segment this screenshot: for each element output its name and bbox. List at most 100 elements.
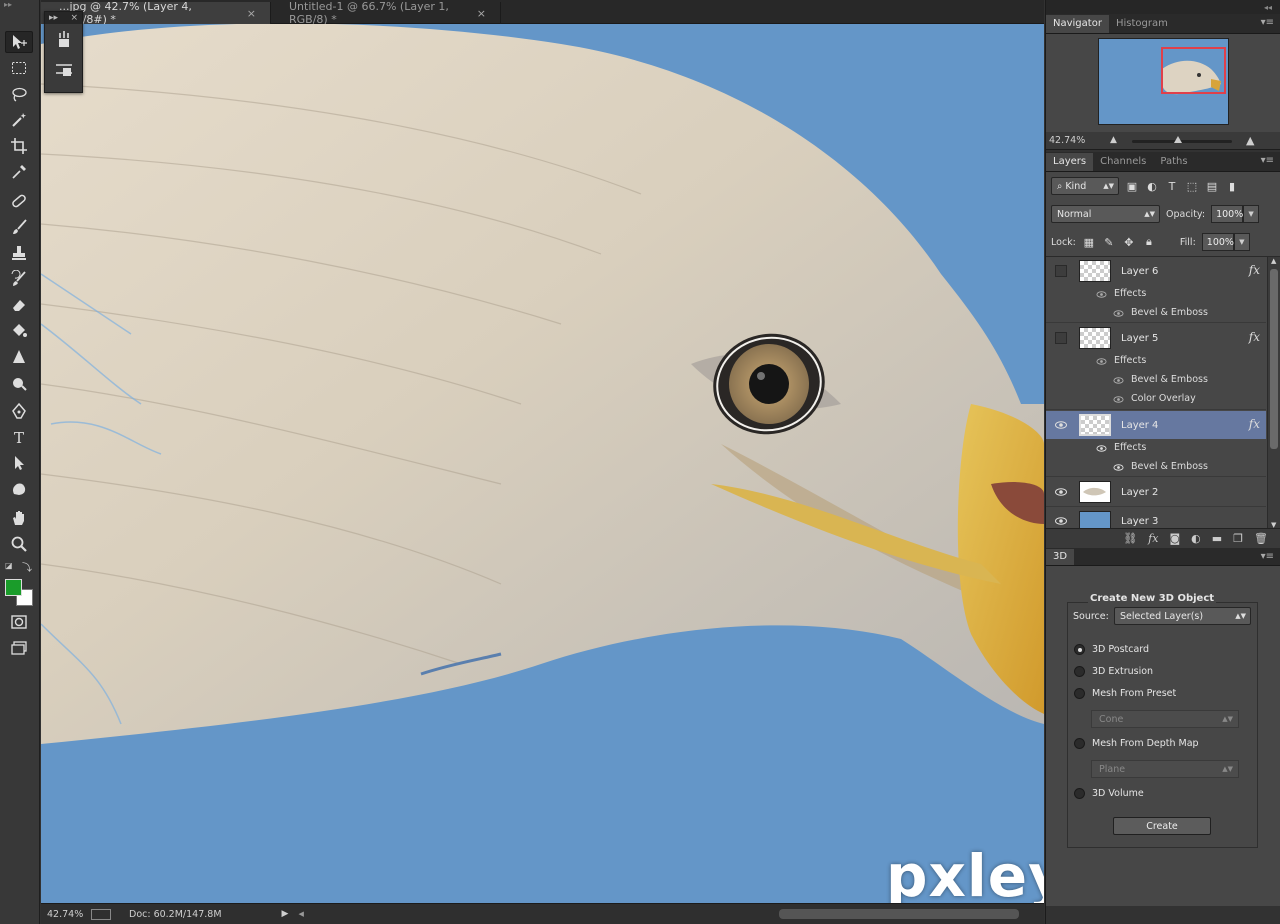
eyedropper-icon[interactable] — [5, 161, 33, 183]
lock-transparency-icon[interactable]: ▦ — [1082, 235, 1096, 249]
eye-icon[interactable] — [1055, 419, 1067, 431]
preset-select[interactable]: Cone ▲▼ — [1091, 710, 1239, 728]
zoom-out-icon[interactable]: ▲ — [1110, 135, 1117, 145]
close-icon[interactable]: × — [477, 7, 486, 20]
visibility-toggle[interactable] — [1055, 332, 1067, 344]
radio-mesh-from-preset[interactable] — [1074, 688, 1085, 699]
adjustment-layer-icon[interactable]: ◐ — [1191, 532, 1201, 545]
layers-scrollbar[interactable]: ▲ ▼ — [1267, 257, 1280, 528]
close-icon[interactable]: × — [247, 7, 256, 20]
option-label[interactable]: Mesh From Depth Map — [1092, 738, 1199, 749]
status-menu-arrow-icon[interactable]: ▶ — [282, 909, 289, 919]
eye-icon[interactable] — [1096, 443, 1107, 454]
zoom-slider[interactable] — [1132, 140, 1232, 143]
eye-icon[interactable] — [1113, 394, 1124, 405]
layer-name[interactable]: Layer 2 — [1121, 487, 1158, 498]
marquee-icon[interactable] — [5, 57, 33, 79]
panel-grip-icon[interactable]: ▸▸ — [0, 0, 39, 9]
filter-toggle-icon[interactable]: ▮ — [1225, 179, 1239, 193]
layer-name[interactable]: Layer 4 — [1121, 420, 1158, 431]
collapse-panels-icon[interactable]: ◂◂ — [1046, 0, 1280, 14]
panel-menu-icon[interactable]: ▾≡ — [1261, 17, 1274, 28]
add-style-icon[interactable]: fx — [1148, 532, 1158, 545]
quick-select-icon[interactable] — [5, 109, 33, 131]
clone-source-icon[interactable] — [45, 54, 82, 84]
new-group-icon[interactable]: ▬ — [1212, 532, 1222, 545]
eye-icon[interactable] — [1096, 356, 1107, 367]
stamp-icon[interactable] — [5, 242, 33, 264]
layer-name[interactable]: Layer 5 — [1121, 333, 1158, 344]
layer-row-layer-2[interactable]: Layer 2 — [1046, 478, 1266, 507]
panel-menu-icon[interactable]: ▾≡ — [1261, 155, 1274, 166]
eye-icon[interactable] — [1096, 289, 1107, 300]
eye-icon[interactable] — [1055, 515, 1067, 527]
swap-colors-icon[interactable]: ⤵ — [22, 559, 32, 574]
effect-name[interactable]: Bevel & Emboss — [1131, 307, 1208, 318]
zoom-in-icon[interactable]: ▲ — [1246, 134, 1254, 147]
source-select[interactable]: Selected Layer(s) ▲▼ — [1114, 607, 1251, 625]
visibility-toggle[interactable] — [1055, 265, 1067, 277]
opacity-input[interactable]: 100% — [1211, 205, 1243, 223]
option-label[interactable]: 3D Postcard — [1092, 644, 1149, 655]
hand-icon[interactable] — [5, 507, 33, 529]
depth-map-select[interactable]: Plane ▲▼ — [1091, 760, 1239, 778]
panel-menu-icon[interactable]: ▾≡ — [1261, 551, 1274, 562]
add-mask-icon[interactable]: ◙ — [1169, 532, 1180, 545]
filter-smart-object-icon[interactable]: ▤ — [1205, 179, 1219, 193]
lasso-icon[interactable] — [5, 83, 33, 105]
eye-icon[interactable] — [1055, 486, 1067, 498]
tab-3d[interactable]: 3D — [1046, 548, 1075, 565]
radio-3d-volume[interactable] — [1074, 788, 1085, 799]
screen-mode-icon[interactable] — [5, 637, 33, 659]
fx-icon[interactable]: fx — [1249, 263, 1260, 277]
eraser-icon[interactable] — [5, 294, 33, 316]
scroll-down-icon[interactable]: ▼ — [1271, 521, 1276, 528]
type-icon[interactable]: T — [5, 426, 33, 448]
fill-input[interactable]: 100% — [1201, 233, 1234, 251]
fx-icon[interactable]: fx — [1249, 330, 1260, 344]
scroll-thumb[interactable] — [1270, 269, 1278, 449]
dodge-icon[interactable] — [5, 372, 33, 394]
lock-position-icon[interactable]: ✥ — [1122, 235, 1136, 249]
foreground-color-swatch[interactable] — [5, 579, 22, 596]
filter-shape-icon[interactable]: ⬚ — [1185, 179, 1199, 193]
option-label[interactable]: Mesh From Preset — [1092, 688, 1176, 699]
effect-name[interactable]: Color Overlay — [1131, 393, 1196, 404]
document-canvas[interactable]: pxleyes.com — [41, 24, 1044, 903]
filter-kind-select[interactable]: ⌕ Kind ▲▼ — [1051, 177, 1119, 195]
shape-icon[interactable] — [5, 478, 33, 500]
bucket-icon[interactable] — [5, 320, 33, 342]
tab-layers[interactable]: Layers — [1046, 153, 1094, 171]
zoom-icon[interactable] — [5, 533, 33, 555]
tab-navigator[interactable]: Navigator — [1046, 15, 1109, 33]
eye-icon[interactable] — [1113, 308, 1124, 319]
tab-paths[interactable]: Paths — [1153, 153, 1194, 171]
option-label[interactable]: 3D Extrusion — [1092, 666, 1153, 677]
zoom-readout[interactable]: 42.74% — [41, 909, 89, 920]
eye-icon[interactable] — [1113, 462, 1124, 473]
lock-all-icon[interactable]: 🔒︎ — [1142, 235, 1156, 249]
layer-name[interactable]: Layer 6 — [1121, 266, 1158, 277]
scroll-up-icon[interactable]: ▲ — [1271, 257, 1276, 265]
blur-icon[interactable] — [5, 346, 33, 368]
fx-icon[interactable]: fx — [1249, 417, 1260, 431]
layer-row-layer-3[interactable]: Layer 3 — [1046, 508, 1266, 528]
move-icon[interactable] — [5, 31, 33, 53]
horizontal-scrollbar[interactable] — [779, 909, 1019, 919]
blend-mode-select[interactable]: Normal ▲▼ — [1051, 205, 1160, 223]
eye-icon[interactable] — [1113, 375, 1124, 386]
new-layer-icon[interactable]: ❐ — [1233, 532, 1243, 545]
link-layers-icon[interactable]: ⛓︎ — [1123, 532, 1137, 545]
pen-icon[interactable] — [5, 400, 33, 422]
effect-name[interactable]: Bevel & Emboss — [1131, 461, 1208, 472]
tab-channels[interactable]: Channels — [1093, 153, 1153, 171]
layer-name[interactable]: Layer 3 — [1121, 516, 1158, 527]
path-select-icon[interactable] — [5, 452, 33, 474]
radio-mesh-from-depth-map[interactable] — [1074, 738, 1085, 749]
navigator-view-box[interactable] — [1161, 47, 1226, 94]
healing-icon[interactable] — [5, 190, 33, 212]
option-label[interactable]: 3D Volume — [1092, 788, 1144, 799]
opacity-dropdown-icon[interactable]: ▼ — [1243, 205, 1260, 223]
expand-icon[interactable]: ▸▸ — [49, 13, 58, 23]
tab-document-2[interactable]: Untitled-1 @ 66.7% (Layer 1, RGB/8) * × — [271, 0, 501, 26]
